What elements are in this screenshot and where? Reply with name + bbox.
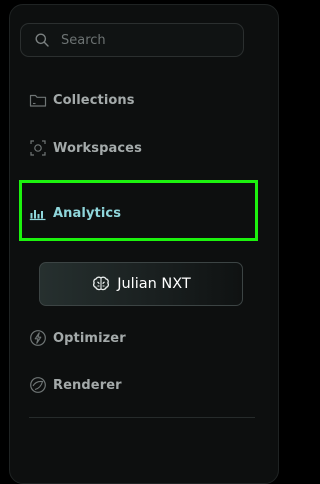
sidebar-panel	[9, 4, 279, 484]
sidebar-item-label: Workspaces	[53, 140, 142, 156]
sidebar-item-analytics[interactable]: Analytics	[29, 202, 121, 224]
sidebar-item-label: Analytics	[53, 205, 122, 221]
sidebar-item-collections[interactable]: Collections	[29, 89, 135, 111]
shield-icon	[29, 376, 47, 394]
lightning-icon	[29, 329, 47, 347]
brain-icon	[91, 274, 111, 294]
sidebar-item-label: Optimizer	[53, 330, 126, 346]
sidebar-item-renderer[interactable]: Renderer	[29, 374, 122, 396]
sidebar-item-workspaces[interactable]: Workspaces	[29, 137, 142, 159]
search-box[interactable]	[20, 23, 244, 57]
sidebar-item-label: Renderer	[53, 377, 122, 393]
sidebar-item-optimizer[interactable]: Optimizer	[29, 327, 126, 349]
workspace-icon	[29, 139, 47, 157]
search-icon	[34, 32, 50, 48]
julian-nxt-button[interactable]: Julian NXT	[39, 262, 243, 306]
search-input[interactable]	[61, 32, 231, 48]
julian-nxt-label: Julian NXT	[117, 276, 191, 292]
sidebar-item-label: Collections	[53, 92, 135, 108]
bar-chart-icon	[29, 204, 47, 222]
divider	[29, 417, 255, 418]
folder-icon	[29, 91, 47, 109]
